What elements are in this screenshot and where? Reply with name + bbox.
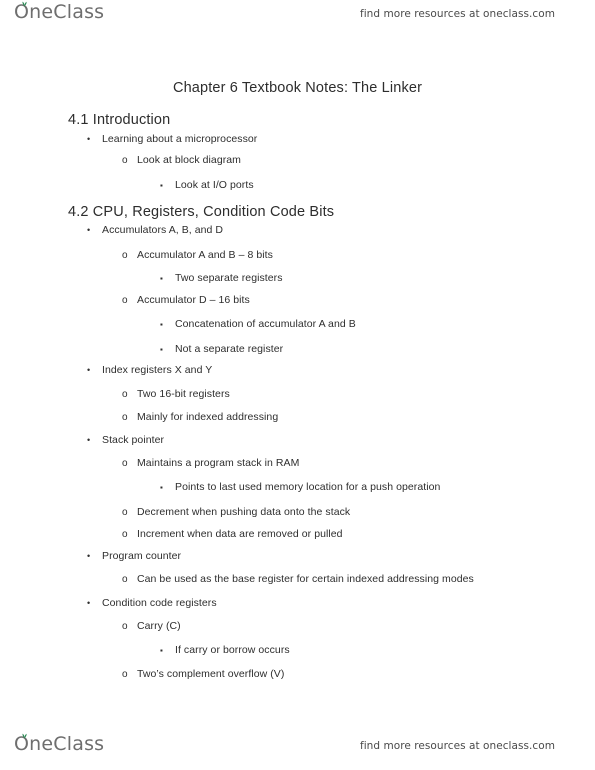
- bullet-marker-level-2-icon: o: [122, 529, 128, 540]
- bullet-item-level-3: ▪ Concatenation of accumulator A and B: [160, 318, 356, 330]
- bullet-marker-level-3-icon: ▪: [160, 320, 163, 329]
- bullet-marker-level-1-icon: •: [87, 598, 91, 608]
- logo-letter-o-wrapper-footer: O: [14, 733, 29, 754]
- bullet-marker-level-2-icon: o: [122, 155, 128, 166]
- bullet-marker-level-3-icon: ▪: [160, 646, 163, 655]
- bullet-marker-level-2-icon: o: [122, 458, 128, 469]
- leaf-sprout-icon-footer: [22, 733, 27, 739]
- bullet-marker-level-1-icon: •: [87, 551, 91, 561]
- bullet-marker-level-1-icon: •: [87, 365, 91, 375]
- document-title: Chapter 6 Textbook Notes: The Linker: [172, 80, 423, 96]
- bullet-item-level-2: o Two 16-bit registers: [122, 388, 230, 400]
- bullet-item-text: Condition code registers: [102, 597, 217, 609]
- bullet-item-text: Accumulators A, B, and D: [102, 224, 224, 236]
- bullet-item-text: Two’s complement overflow (V): [137, 668, 285, 680]
- bullet-marker-level-2-icon: o: [122, 389, 128, 400]
- logo-letter-o-wrapper: O: [14, 1, 29, 22]
- oneclass-logo-header: O neClass: [14, 1, 105, 23]
- bullet-item-text: If carry or borrow occurs: [175, 644, 290, 656]
- bullet-item-level-2: o Can be used as the base register for ce…: [122, 573, 474, 585]
- bullet-item-level-1: • Condition code registers: [87, 597, 217, 609]
- bullet-item-text: Learning about a microprocessor: [102, 133, 258, 145]
- bullet-item-text: Not a separate register: [175, 343, 284, 355]
- bullet-marker-level-1-icon: •: [87, 435, 91, 445]
- bullet-item-text: Decrement when pushing data onto the sta…: [137, 506, 351, 518]
- bullet-item-level-3: ▪ If carry or borrow occurs: [160, 644, 290, 656]
- section-heading: 4.1 Introduction: [68, 112, 171, 128]
- bullet-item-level-2: o Accumulator D – 16 bits: [122, 294, 250, 306]
- logo-word-neclass: neClass: [29, 1, 105, 23]
- section-heading: 4.2 CPU, Registers, Condition Code Bits: [68, 204, 335, 220]
- bullet-marker-level-2-icon: o: [122, 669, 128, 680]
- page-footer: O neClass find more resources at oneclas…: [0, 730, 595, 766]
- bullet-item-level-2: o Look at block diagram: [122, 154, 241, 166]
- bullet-item-text: Increment when data are removed or pulle…: [137, 528, 343, 540]
- bullet-marker-level-2-icon: o: [122, 507, 128, 518]
- bullet-item-text: Two separate registers: [175, 272, 283, 284]
- bullet-item-text: Mainly for indexed addressing: [137, 411, 279, 423]
- oneclass-logo-footer: O neClass: [14, 733, 105, 755]
- bullet-item-level-2: o Accumulator A and B – 8 bits: [122, 249, 273, 261]
- bullet-item-level-3: ▪ Two separate registers: [160, 272, 283, 284]
- bullet-item-level-3: ▪ Not a separate register: [160, 343, 283, 355]
- bullet-item-text: Accumulator A and B – 8 bits: [137, 249, 273, 261]
- bullet-item-level-3: ▪ Points to last used memory location for…: [160, 481, 440, 493]
- bullet-item-level-2: o Carry (C): [122, 620, 181, 632]
- bullet-item-level-1: • Accumulators A, B, and D: [87, 224, 223, 236]
- bullet-marker-level-3-icon: ▪: [160, 345, 163, 354]
- leaf-sprout-icon: [22, 1, 27, 7]
- bullet-item-level-1: • Index registers X and Y: [87, 364, 212, 376]
- bullet-item-text: Points to last used memory location for …: [175, 481, 441, 493]
- bullet-marker-level-2-icon: o: [122, 621, 128, 632]
- bullet-item-level-2: o Two’s complement overflow (V): [122, 668, 284, 680]
- bullet-marker-level-2-icon: o: [122, 295, 128, 306]
- bullet-item-level-3: ▪ Look at I/O ports: [160, 179, 254, 191]
- bullet-marker-level-3-icon: ▪: [160, 181, 163, 190]
- bullet-item-text: Accumulator D – 16 bits: [137, 294, 250, 306]
- bullet-item-text: Carry (C): [137, 620, 181, 632]
- bullet-item-level-2: o Mainly for indexed addressing: [122, 411, 278, 423]
- footer-tagline: find more resources at oneclass.com: [359, 740, 555, 752]
- bullet-marker-level-2-icon: o: [122, 250, 128, 261]
- page-header: O neClass find more resources at oneclas…: [0, 0, 595, 36]
- bullet-marker-level-1-icon: •: [87, 225, 91, 235]
- bullet-item-level-2: o Increment when data are removed or pull…: [122, 528, 343, 540]
- bullet-marker-level-2-icon: o: [122, 574, 128, 585]
- bullet-item-text: Look at I/O ports: [175, 179, 254, 191]
- bullet-item-text: Concatenation of accumulator A and B: [175, 318, 356, 330]
- bullet-item-level-2: o Maintains a program stack in RAM: [122, 457, 299, 469]
- bullet-item-text: Two 16-bit registers: [137, 388, 230, 400]
- bullet-marker-level-1-icon: •: [87, 134, 91, 144]
- bullet-item-text: Look at block diagram: [137, 154, 241, 166]
- bullet-item-level-1: • Program counter: [87, 550, 181, 562]
- bullet-item-text: Stack pointer: [102, 434, 165, 446]
- bullet-item-text: Index registers X and Y: [102, 364, 213, 376]
- bullet-item-level-2: o Decrement when pushing data onto the st…: [122, 506, 350, 518]
- bullet-marker-level-3-icon: ▪: [160, 274, 163, 283]
- bullet-item-level-1: • Learning about a microprocessor: [87, 133, 257, 145]
- bullet-marker-level-2-icon: o: [122, 412, 128, 423]
- bullet-marker-level-3-icon: ▪: [160, 483, 163, 492]
- logo-word-neclass-footer: neClass: [29, 733, 105, 755]
- bullet-item-text: Program counter: [102, 550, 182, 562]
- bullet-item-text: Maintains a program stack in RAM: [137, 457, 300, 469]
- bullet-item-level-1: • Stack pointer: [87, 434, 164, 446]
- bullet-item-text: Can be used as the base register for cer…: [137, 573, 474, 585]
- header-tagline: find more resources at oneclass.com: [359, 8, 555, 20]
